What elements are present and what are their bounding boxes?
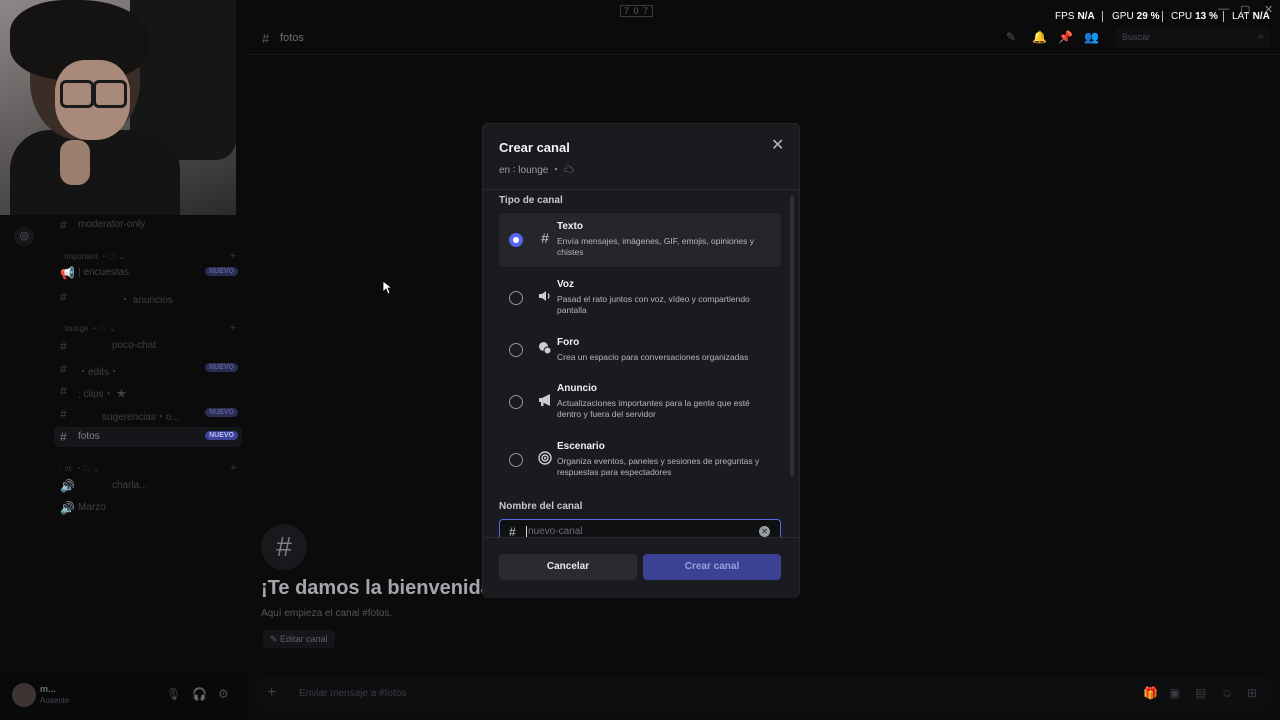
message-input[interactable]: Enviar mensaje a #fotos <box>299 688 406 699</box>
channel-type-text[interactable]: # Texto Envía mensajes, imágenes, GIF, e… <box>499 213 781 267</box>
bell-icon[interactable]: 🔔 <box>1032 30 1047 44</box>
channel-name-input[interactable]: nuevo-canal <box>526 526 582 537</box>
category-important[interactable]: : important ・☁ ⌄ + <box>60 250 236 262</box>
sticker-icon[interactable]: ▤ <box>1195 686 1206 700</box>
channel-item-encuestas[interactable]: 📢 | encuestas NUEVO <box>54 263 242 283</box>
user-name: m... <box>40 684 56 694</box>
radio-stage[interactable] <box>509 453 523 467</box>
mouse-cursor-icon <box>382 280 392 295</box>
channel-item-moderator[interactable]: # moderator-only <box>54 215 242 235</box>
new-badge: NUEVO <box>205 267 238 276</box>
channel-item-sugerencias[interactable]: # sugerencias・o... NUEVO <box>54 404 242 424</box>
stage-icon <box>537 451 553 468</box>
channel-type-stage[interactable]: Escenario Organiza eventos, paneles y se… <box>499 433 781 487</box>
title-bar: 7 0 7 FPS N/A GPU 29 % CPU 13 % LAT N/A — ▢ … <box>0 0 1280 22</box>
channel-item-edits[interactable]: # ・edits・ NUEVO <box>54 359 242 379</box>
category-lounge[interactable]: : lounge ・☁ ⌄ + <box>60 322 236 334</box>
avatar[interactable] <box>12 683 36 707</box>
perf-cpu: CPU 13 % <box>1171 11 1218 22</box>
channel-sidebar: # moderator-only : important ・☁ ⌄ + 📢 | enc… <box>54 215 246 675</box>
discover-icon[interactable]: ◎ <box>14 226 34 246</box>
channel-header: # fotos ✎ 🔔 📌 👥 Buscar ⌕ <box>246 22 1280 55</box>
welcome-hash-icon: # <box>261 524 307 570</box>
window-title: 7 0 7 <box>620 5 654 17</box>
channel-type-voice[interactable]: Voz Pasad el rato juntos con voz, vídeo … <box>499 271 781 325</box>
hash-icon: # <box>262 31 270 46</box>
channel-type-label: Tipo de canal <box>499 195 563 206</box>
perf-gpu: GPU 29 % <box>1112 11 1160 22</box>
user-status: Ausente <box>40 696 70 705</box>
channel-title: fotos <box>280 32 304 44</box>
speaker-icon <box>537 289 553 306</box>
forum-icon <box>537 341 553 358</box>
perf-fps: FPS N/A <box>1055 11 1095 22</box>
hash-icon: # <box>541 230 549 246</box>
pencil-icon: ✎ <box>270 634 281 644</box>
channel-item-marzo[interactable]: 🔊 Marzo <box>54 498 242 518</box>
dialog-title: Crear canal <box>499 140 570 155</box>
emoji-icon[interactable]: ☺ <box>1221 686 1233 700</box>
channel-type-announcement[interactable]: Anuncio Actualizaciones importantes para… <box>499 375 781 429</box>
channel-item-fotos[interactable]: # fotos NUEVO <box>54 427 242 447</box>
clear-icon[interactable]: ✕ <box>759 526 770 537</box>
dialog-scrollbar[interactable] <box>790 196 794 476</box>
channel-item-clips[interactable]: #: clips・ ★ <box>54 381 242 401</box>
close-window-icon[interactable]: ✕ <box>1264 3 1273 16</box>
megaphone-icon <box>537 393 553 410</box>
search-input[interactable]: Buscar ⌕ <box>1116 28 1270 48</box>
channel-item-anuncios[interactable]: # ・ anuncios <box>54 287 242 307</box>
user-panel: m... Ausente 🎙 🎧 ⚙ <box>0 675 246 720</box>
cancel-button[interactable]: Cancelar <box>499 554 637 580</box>
search-icon: ⌕ <box>1258 31 1264 42</box>
radio-forum[interactable] <box>509 343 523 357</box>
channel-name-label: Nombre del canal <box>499 501 583 512</box>
webcam-overlay <box>0 0 236 215</box>
pin-icon[interactable]: 📌 <box>1058 30 1073 44</box>
message-composer[interactable]: + Enviar mensaje a #fotos 🎁 ▣ ▤ ☺ ⊞ <box>257 677 1271 711</box>
gif-icon[interactable]: ▣ <box>1169 686 1180 700</box>
add-attachment-icon[interactable]: + <box>267 684 276 702</box>
headphones-icon[interactable]: 🎧 <box>192 687 207 701</box>
channel-item-poco-chat[interactable]: # poco-chat <box>54 336 242 356</box>
close-icon[interactable]: ✕ <box>771 135 784 155</box>
edit-channel-button[interactable]: ✎ Editar canal <box>263 630 335 648</box>
radio-voice[interactable] <box>509 291 523 305</box>
welcome-subtitle: Aquí empieza el canal #fotos. <box>261 608 393 619</box>
dialog-footer: Cancelar Crear canal <box>483 537 799 598</box>
radio-text[interactable] <box>509 233 523 247</box>
apps-icon[interactable]: ⊞ <box>1247 686 1257 700</box>
threads-icon[interactable]: ✎ <box>1006 30 1016 44</box>
maximize-icon[interactable]: ▢ <box>1240 3 1250 16</box>
microphone-icon[interactable]: 🎙 <box>166 687 181 701</box>
create-channel-dialog: Crear canal en ∶ lounge ・ ☁ ✕ Tipo de ca… <box>482 123 800 598</box>
radio-announcement[interactable] <box>509 395 523 409</box>
gear-icon[interactable]: ⚙ <box>218 687 229 701</box>
channel-item-charla[interactable]: 🔊 charla... <box>54 476 242 496</box>
minimize-icon[interactable]: — <box>1218 3 1229 15</box>
category-vc[interactable]: : vc ・☁ ⌄ + <box>60 462 236 474</box>
members-icon[interactable]: 👥 <box>1084 30 1099 44</box>
create-channel-button[interactable]: Crear canal <box>643 554 781 580</box>
gift-icon[interactable]: 🎁 <box>1143 686 1158 700</box>
dialog-subtitle: en ∶ lounge ・ ☁ <box>499 165 574 176</box>
